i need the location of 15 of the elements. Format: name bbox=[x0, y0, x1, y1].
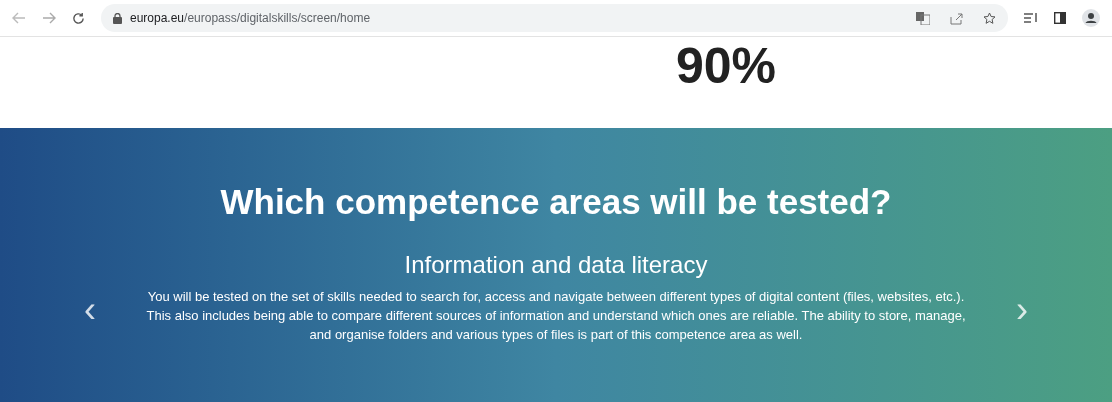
star-icon[interactable] bbox=[983, 11, 996, 25]
section-title: Which competence areas will be tested? bbox=[220, 181, 892, 223]
lock-icon bbox=[113, 12, 122, 24]
percentage-stat: 90% bbox=[675, 39, 777, 96]
side-panel-icon[interactable] bbox=[1054, 12, 1066, 24]
slide-heading: Information and data literacy bbox=[404, 249, 708, 280]
slide-description: You will be tested on the set of skills needed to search for, access and navigate between different types of digital content (files, websites, etc.). This also includes being able to compare different sources of information and understand which ones are reliable. The ability to store, manage, and organise folders and various types of files is part of this competence area as well. bbox=[145, 287, 967, 344]
translate-icon[interactable] bbox=[916, 11, 930, 25]
reading-list-icon[interactable] bbox=[1024, 12, 1038, 24]
address-bar[interactable]: europa.eu/europass/digitalskills/screen/home bbox=[101, 4, 1008, 32]
url-text: europa.eu/europass/digitalskills/screen/home bbox=[130, 10, 371, 27]
reload-icon[interactable] bbox=[72, 11, 85, 25]
previous-button[interactable]: ‹ bbox=[0, 253, 110, 337]
share-icon[interactable] bbox=[950, 11, 963, 25]
profile-icon[interactable] bbox=[1082, 9, 1100, 27]
